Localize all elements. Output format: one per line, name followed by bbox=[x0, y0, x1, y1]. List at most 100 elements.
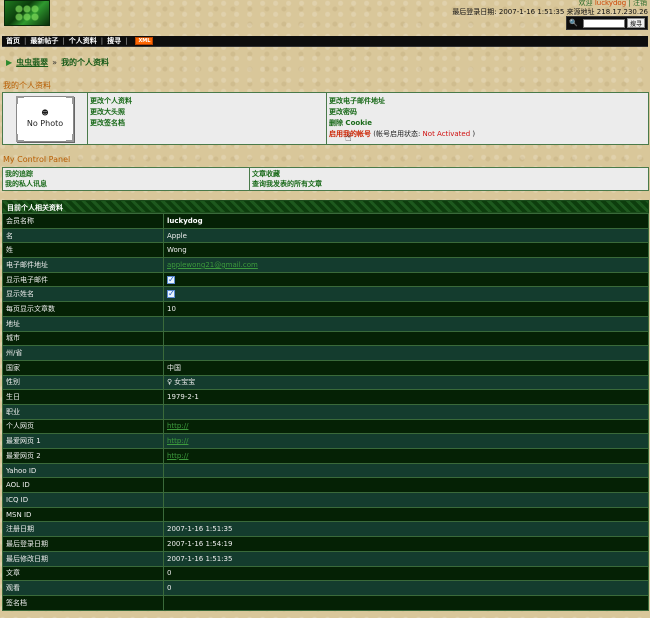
info-table-header: 目前个人相关资料 bbox=[2, 200, 649, 213]
row-label: 显示电子邮件 bbox=[2, 271, 164, 288]
profile-links-right: 更改电子邮件地址 更改密码 删除 Cookie 启用我的帐号 (帐号启用状态: … bbox=[327, 93, 648, 144]
change-signature-link[interactable]: 更改签名档 bbox=[90, 118, 324, 129]
control-panel: 我的追踪 我的私人讯息 文章收藏 查询我发表的所有文章 bbox=[2, 167, 649, 191]
row-value bbox=[163, 403, 649, 420]
value-link[interactable]: applewong21@gmail.com bbox=[167, 261, 258, 269]
value-text: 2007-1-16 1:51:35 bbox=[167, 525, 233, 534]
breadcrumb-separator: » bbox=[52, 58, 58, 67]
row-label: 姓 bbox=[2, 242, 164, 259]
row-value bbox=[163, 492, 649, 508]
gender-value: 女宝宝 bbox=[174, 378, 196, 387]
table-row: 生日 1979-2-1 bbox=[2, 389, 649, 405]
activation-status-prefix: (帐号启用状态: bbox=[371, 130, 423, 138]
delete-cookie-link[interactable]: 删除 Cookie bbox=[329, 118, 646, 129]
value-text: 10 bbox=[167, 304, 176, 313]
row-label: 最爱网页 1 bbox=[2, 433, 164, 449]
row-label: 城市 bbox=[2, 330, 164, 347]
search-box: 🔍 搜寻 bbox=[566, 16, 648, 30]
table-row: 最爱网页 1 http:// bbox=[2, 433, 649, 449]
table-row: 签名档 bbox=[2, 594, 649, 611]
row-value: ♀ 女宝宝 bbox=[163, 374, 649, 391]
nav-profile[interactable]: 个人资料 bbox=[69, 36, 97, 46]
breadcrumb: ▶ 虫虫翡翠 » 我的个人资料 bbox=[6, 57, 109, 68]
table-row: 地址 bbox=[2, 315, 649, 332]
table-row: MSN ID bbox=[2, 506, 649, 523]
value-text: Apple bbox=[167, 231, 187, 240]
site-logo[interactable] bbox=[4, 0, 50, 26]
avatar[interactable]: ☻ No Photo bbox=[16, 95, 74, 142]
row-label: 生日 bbox=[2, 389, 164, 405]
value-text: 0 bbox=[167, 569, 172, 578]
person-icon: ☻ bbox=[41, 108, 49, 117]
nav-search[interactable]: 搜寻 bbox=[107, 36, 121, 46]
arrow-right-icon: ▶ bbox=[6, 58, 13, 67]
row-value bbox=[163, 345, 649, 361]
change-password-link[interactable]: 更改密码 bbox=[329, 107, 646, 118]
breadcrumb-home[interactable]: 虫虫翡翠 bbox=[16, 57, 48, 68]
table-row: 最后登录日期 2007-1-16 1:54:19 bbox=[2, 536, 649, 552]
value-link[interactable]: http:// bbox=[167, 422, 188, 430]
value-link[interactable]: http:// bbox=[167, 437, 188, 445]
table-row: 性别 ♀ 女宝宝 bbox=[2, 374, 649, 391]
search-icon: 🔍 bbox=[569, 19, 578, 27]
change-email-link[interactable]: 更改电子邮件地址 bbox=[329, 96, 646, 107]
checkbox-checked-icon bbox=[167, 275, 175, 284]
value-link[interactable]: http:// bbox=[167, 452, 188, 460]
value-text: 2007-1-16 1:54:19 bbox=[167, 539, 233, 548]
row-label: 文章 bbox=[2, 565, 164, 582]
table-row: 电子邮件地址 applewong21@gmail.com bbox=[2, 257, 649, 273]
change-avatar-link[interactable]: 更改大头照 bbox=[90, 107, 324, 118]
main-nav: 首页 | 最新帖子 | 个人资料 | 搜寻 | XML bbox=[2, 36, 648, 47]
profile-links-left: 更改个人资料 更改大头照 更改签名档 bbox=[88, 93, 327, 144]
checkbox-checked-icon bbox=[167, 289, 175, 299]
row-value: http:// bbox=[163, 433, 649, 449]
my-posts-link[interactable]: 查询我发表的所有文章 bbox=[252, 179, 646, 189]
profile-panel: ☻ No Photo 更改个人资料 更改大头照 更改签名档 更改电子邮件地址 更… bbox=[2, 92, 649, 145]
row-value: Apple bbox=[163, 227, 649, 244]
row-label: 最爱网页 2 bbox=[2, 448, 164, 464]
table-row: 名 Apple bbox=[2, 227, 649, 244]
hand-cursor-icon: ☝ bbox=[345, 131, 352, 144]
row-label: 显示姓名 bbox=[2, 286, 164, 303]
row-label: ICQ ID bbox=[2, 492, 164, 508]
row-value: 中国 bbox=[163, 359, 649, 376]
username-link[interactable]: luckydog bbox=[595, 0, 626, 7]
table-row: AOL ID bbox=[2, 477, 649, 494]
table-row: 注册日期 2007-1-16 1:51:35 bbox=[2, 521, 649, 538]
row-label: 性别 bbox=[2, 374, 164, 391]
my-tracking-link[interactable]: 我的追踪 bbox=[5, 169, 247, 179]
row-value bbox=[163, 477, 649, 494]
logout-link[interactable]: 注销 bbox=[633, 0, 647, 7]
row-value: 2007-1-16 1:51:35 bbox=[163, 550, 649, 567]
row-value bbox=[163, 330, 649, 347]
row-value: http:// bbox=[163, 418, 649, 435]
value-text: 中国 bbox=[167, 363, 181, 372]
search-input[interactable] bbox=[583, 18, 625, 28]
favorites-link[interactable]: 文章收藏 bbox=[252, 169, 646, 179]
row-value: 10 bbox=[163, 301, 649, 317]
control-panel-title: My Control Panel bbox=[3, 155, 71, 164]
row-label: AOL ID bbox=[2, 477, 164, 494]
table-row: Yahoo ID bbox=[2, 462, 649, 479]
value-text: 2007-1-16 1:51:35 bbox=[167, 554, 233, 563]
row-value bbox=[163, 286, 649, 303]
nav-latest-posts[interactable]: 最新帖子 bbox=[30, 36, 58, 46]
nav-home[interactable]: 首页 bbox=[6, 36, 20, 46]
row-value: 2007-1-16 1:54:19 bbox=[163, 536, 649, 552]
private-messages-link[interactable]: 我的私人讯息 bbox=[5, 179, 247, 189]
row-label: 注册日期 bbox=[2, 521, 164, 538]
value-text: Wong bbox=[167, 246, 187, 255]
nav-separator: | bbox=[125, 37, 128, 45]
table-row: 姓 Wong bbox=[2, 242, 649, 259]
row-label: 个人网页 bbox=[2, 418, 164, 435]
search-button[interactable]: 搜寻 bbox=[627, 18, 645, 28]
row-label: MSN ID bbox=[2, 506, 164, 523]
edit-profile-link[interactable]: 更改个人资料 bbox=[90, 96, 324, 107]
xml-feed-badge[interactable]: XML bbox=[135, 37, 154, 45]
row-label: 国家 bbox=[2, 359, 164, 376]
row-label: 最后登录日期 bbox=[2, 536, 164, 552]
row-label: 会员名称 bbox=[2, 213, 164, 229]
row-label: 签名档 bbox=[2, 594, 164, 611]
row-label: 地址 bbox=[2, 315, 164, 332]
activation-status-value: Not Activated bbox=[422, 130, 471, 138]
